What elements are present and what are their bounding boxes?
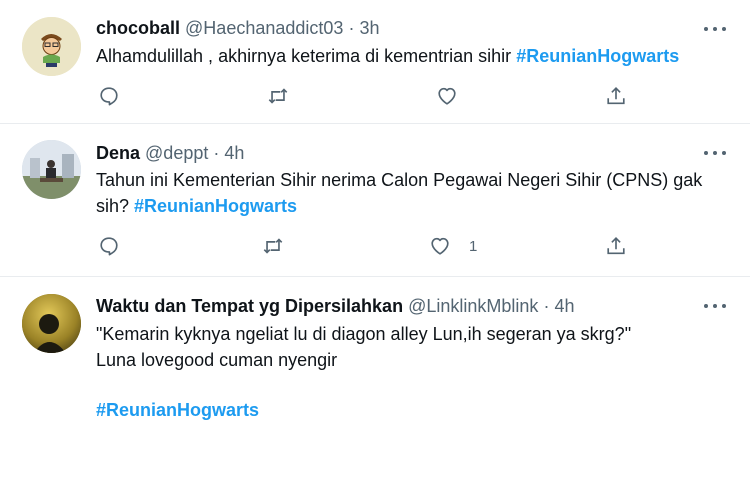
avatar-photo-image bbox=[22, 140, 81, 199]
more-icon[interactable] bbox=[704, 26, 726, 32]
avatar[interactable] bbox=[22, 17, 81, 76]
share-icon bbox=[605, 235, 627, 257]
display-name[interactable]: Dena bbox=[96, 143, 140, 163]
tweet-2[interactable]: Dena @deppt · 4h Tahun ini Kementerian S… bbox=[0, 124, 750, 277]
user-handle[interactable]: @deppt bbox=[145, 143, 208, 163]
like-button[interactable] bbox=[436, 84, 458, 108]
display-name[interactable]: chocoball bbox=[96, 18, 180, 38]
hashtag-link[interactable]: #ReunianHogwarts bbox=[96, 397, 726, 423]
tweet-body: Alhamdulillah , akhirnya keterima di kem… bbox=[96, 46, 517, 66]
tweet-1[interactable]: chocoball @Haechanaddict03 · 3h Alhamdul… bbox=[0, 0, 750, 124]
more-icon[interactable] bbox=[704, 303, 726, 309]
avatar[interactable] bbox=[22, 294, 81, 353]
avatar-silhouette-image bbox=[22, 294, 81, 353]
tweet-body-line: Luna lovegood cuman nyengir bbox=[96, 350, 338, 370]
user-handle[interactable]: @Haechanaddict03 bbox=[185, 18, 343, 38]
hashtag-link[interactable]: #ReunianHogwarts bbox=[134, 196, 297, 216]
user-handle[interactable]: @LinklinkMblink bbox=[408, 296, 538, 316]
reply-button[interactable] bbox=[98, 84, 120, 108]
tweet-actions bbox=[98, 84, 638, 108]
like-icon bbox=[436, 85, 458, 107]
separator-dot: · bbox=[348, 18, 355, 38]
tweet-body-line: "Kemarin kyknya ngeliat lu di diagon all… bbox=[96, 324, 632, 344]
retweet-button[interactable] bbox=[267, 84, 289, 108]
tweet-text: "Kemarin kyknya ngeliat lu di diagon all… bbox=[96, 321, 726, 423]
tweet-header: Dena @deppt · 4h bbox=[96, 142, 690, 164]
separator-dot: · bbox=[213, 143, 220, 163]
tweet-text: Alhamdulillah , akhirnya keterima di kem… bbox=[96, 43, 726, 69]
hashtag-link[interactable]: #ReunianHogwarts bbox=[516, 46, 679, 66]
like-icon bbox=[429, 235, 451, 257]
reply-button[interactable] bbox=[98, 234, 120, 258]
retweet-button[interactable] bbox=[262, 234, 284, 258]
timestamp[interactable]: 3h bbox=[359, 18, 379, 38]
tweet-text: Tahun ini Kementerian Sihir nerima Calon… bbox=[96, 167, 726, 219]
share-button[interactable] bbox=[605, 84, 627, 108]
tweet-header: chocoball @Haechanaddict03 · 3h bbox=[96, 17, 690, 39]
tweet-actions: 1 bbox=[98, 234, 638, 258]
display-name[interactable]: Waktu dan Tempat yg Dipersilahkan bbox=[96, 296, 403, 316]
like-count: 1 bbox=[469, 237, 478, 255]
reply-icon bbox=[98, 85, 120, 107]
separator-dot: · bbox=[543, 296, 550, 316]
reply-icon bbox=[98, 235, 120, 257]
share-button[interactable] bbox=[605, 234, 627, 258]
share-icon bbox=[605, 85, 627, 107]
avatar[interactable] bbox=[22, 140, 81, 199]
avatar-cartoon-image bbox=[22, 17, 81, 76]
more-icon[interactable] bbox=[704, 150, 726, 156]
like-button[interactable]: 1 bbox=[429, 234, 477, 258]
timestamp[interactable]: 4h bbox=[224, 143, 244, 163]
retweet-icon bbox=[267, 85, 289, 107]
retweet-icon bbox=[262, 235, 284, 257]
timestamp[interactable]: 4h bbox=[554, 296, 574, 316]
tweet-3[interactable]: Waktu dan Tempat yg Dipersilahkan @Linkl… bbox=[0, 277, 750, 500]
tweet-header: Waktu dan Tempat yg Dipersilahkan @Linkl… bbox=[96, 295, 690, 317]
